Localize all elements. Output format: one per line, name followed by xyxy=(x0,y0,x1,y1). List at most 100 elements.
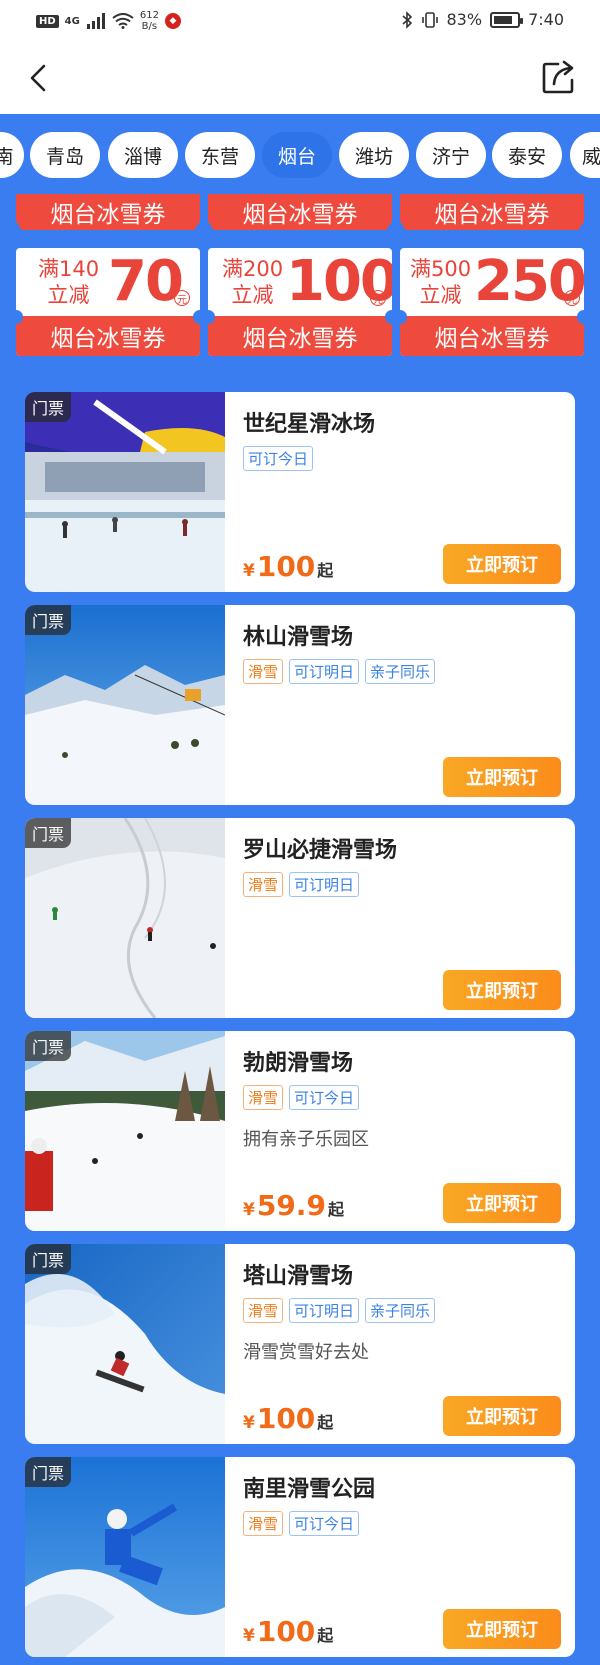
coupon-bottom-label: 烟台冰雪券 xyxy=(16,316,200,356)
coupon-unit: 元 xyxy=(564,290,580,306)
coupon-condition: 满200 立减 xyxy=(222,257,284,307)
book-now-button[interactable]: 立即预订 xyxy=(443,1396,561,1436)
share-button[interactable] xyxy=(538,56,580,98)
tab-label: 南 xyxy=(0,145,14,168)
coupon-card[interactable]: 满500 立减 250 元 烟台冰雪券 xyxy=(400,248,584,356)
wifi-icon xyxy=(112,13,134,29)
status-right: 83% 7:40 xyxy=(401,10,564,29)
coupon-top-banner: 烟台冰雪券 xyxy=(16,194,200,230)
tab-label: 潍坊 xyxy=(354,145,393,168)
venue-photo xyxy=(25,818,225,1018)
venue-labels: 滑雪 可订今日 xyxy=(243,1085,360,1110)
price-value: 100 xyxy=(256,550,316,583)
coupon-condition: 满500 立减 xyxy=(410,257,472,307)
book-now-button[interactable]: 立即预订 xyxy=(443,1183,561,1223)
venue-card[interactable]: 门票 南里滑雪公园 滑雪 可订今日 ¥ 100 起 立即预订 xyxy=(25,1457,575,1657)
venue-label: 滑雪 xyxy=(243,872,284,897)
venue-label: 可订明日 xyxy=(289,1298,360,1323)
signal-icon xyxy=(86,13,105,29)
tab-label: 淄博 xyxy=(123,145,162,168)
venue-card[interactable]: 门票 塔山滑雪场 滑雪 可订明日 亲子同乐 滑雪赏雪好去处 ¥ 100 起 立即… xyxy=(25,1244,575,1444)
ticket-tag: 门票 xyxy=(25,1244,72,1274)
venue-price: ¥ 100 起 xyxy=(243,550,333,583)
venue-price: ¥ 100 起 xyxy=(243,1615,333,1648)
venue-card[interactable]: 门票 勃朗滑雪场 滑雪 可订今日 拥有亲子乐园区 ¥ 59.9 起 立即预订 xyxy=(25,1031,575,1231)
app-notification-icon: ◆ xyxy=(164,13,181,29)
book-now-button[interactable]: 立即预订 xyxy=(443,757,561,797)
venue-photo xyxy=(25,605,225,805)
venue-label: 可订今日 xyxy=(289,1085,360,1110)
hd-indicator: HD xyxy=(36,14,59,28)
battery-percent: 83% xyxy=(446,10,483,29)
tab-city-8[interactable]: 威 xyxy=(570,132,600,178)
venue-label: 滑雪 xyxy=(243,1511,284,1536)
coupon-top-banner: 烟台冰雪券 xyxy=(400,194,584,230)
book-now-button[interactable]: 立即预订 xyxy=(443,544,561,584)
tab-city-5[interactable]: 潍坊 xyxy=(339,132,409,178)
price-suffix: 起 xyxy=(327,1200,344,1219)
clock: 7:40 xyxy=(528,10,564,29)
price-symbol: ¥ xyxy=(243,1626,255,1646)
venue-card[interactable]: 门票 林山滑雪场 滑雪 可订明日 亲子同乐 立即预订 xyxy=(25,605,575,805)
price-symbol: ¥ xyxy=(243,1413,255,1433)
city-tabs: 南 青岛 淄博 东营 烟台 潍坊 济宁 泰安 威 xyxy=(0,128,600,182)
battery-icon xyxy=(490,11,524,28)
price-value: 59.9 xyxy=(256,1189,326,1222)
coupon-card[interactable]: 满200 立减 100 元 烟台冰雪券 xyxy=(208,248,392,356)
tab-city-2[interactable]: 淄博 xyxy=(108,132,178,178)
network-type: 4G xyxy=(64,15,80,27)
venue-label: 亲子同乐 xyxy=(365,659,436,684)
ticket-tag: 门票 xyxy=(25,1457,72,1487)
coupon-notch xyxy=(577,310,591,324)
coupon-unit: 元 xyxy=(174,290,190,306)
price-value: 100 xyxy=(256,1615,316,1648)
venue-card[interactable]: 门票 世纪星滑冰场 可订今日 ¥ 100 起 立即预订 xyxy=(25,392,575,592)
ticket-tag: 门票 xyxy=(25,392,72,422)
share-icon xyxy=(542,60,574,94)
venue-description: 滑雪赏雪好去处 xyxy=(243,1342,369,1363)
chevron-left-icon xyxy=(30,64,46,92)
venue-labels: 滑雪 可订明日 xyxy=(243,872,360,897)
venue-label: 滑雪 xyxy=(243,659,284,684)
book-now-button[interactable]: 立即预订 xyxy=(443,970,561,1010)
coupon-bottom-label: 烟台冰雪券 xyxy=(400,316,584,356)
status-bar: HD 4G 612 B/s ◆ 83% 7:40 xyxy=(0,0,600,42)
ticket-tag: 门票 xyxy=(25,605,72,635)
price-value: 100 xyxy=(256,1402,316,1435)
coupon-unit: 元 xyxy=(370,290,386,306)
tab-label: 威 xyxy=(582,145,600,168)
venue-labels: 可订今日 xyxy=(243,446,314,471)
coupon-amount: 70 xyxy=(108,249,184,314)
tab-city-1[interactable]: 青岛 xyxy=(30,132,100,178)
tab-city-4[interactable]: 烟台 xyxy=(262,132,332,178)
tab-label: 青岛 xyxy=(45,145,84,168)
venue-label: 可订明日 xyxy=(289,659,360,684)
price-suffix: 起 xyxy=(317,1413,334,1432)
venue-name: 罗山必捷滑雪场 xyxy=(243,838,398,863)
tab-label: 东营 xyxy=(200,145,239,168)
coupon-card[interactable]: 满140 立减 70 元 烟台冰雪券 xyxy=(16,248,200,356)
price-suffix: 起 xyxy=(317,1626,334,1645)
venue-photo xyxy=(25,392,225,592)
tab-city-6[interactable]: 济宁 xyxy=(416,132,486,178)
tab-city-0[interactable]: 南 xyxy=(0,132,24,178)
price-symbol: ¥ xyxy=(243,561,255,581)
nav-bar xyxy=(0,42,600,114)
back-button[interactable] xyxy=(22,58,62,98)
tab-city-3[interactable]: 东营 xyxy=(185,132,255,178)
price-suffix: 起 xyxy=(317,561,334,580)
venue-label: 滑雪 xyxy=(243,1085,284,1110)
venue-labels: 滑雪 可订今日 xyxy=(243,1511,360,1536)
tab-label: 烟台 xyxy=(277,145,316,168)
venue-price: ¥ 100 起 xyxy=(243,1402,333,1435)
venue-description: 拥有亲子乐园区 xyxy=(243,1129,369,1150)
coupon-notch xyxy=(9,310,23,324)
status-left: HD 4G 612 B/s ◆ xyxy=(36,10,181,32)
tab-city-7[interactable]: 泰安 xyxy=(492,132,562,178)
venue-photo xyxy=(25,1031,225,1231)
venue-photo xyxy=(25,1244,225,1444)
venue-card[interactable]: 门票 罗山必捷滑雪场 滑雪 可订明日 立即预订 xyxy=(25,818,575,1018)
venue-name: 世纪星滑冰场 xyxy=(243,412,376,437)
coupon-strip: 烟台冰雪券 满140 立减 70 元 烟台冰雪券 烟台冰雪券 满200 立减 100… xyxy=(0,194,600,364)
book-now-button[interactable]: 立即预订 xyxy=(443,1609,561,1649)
